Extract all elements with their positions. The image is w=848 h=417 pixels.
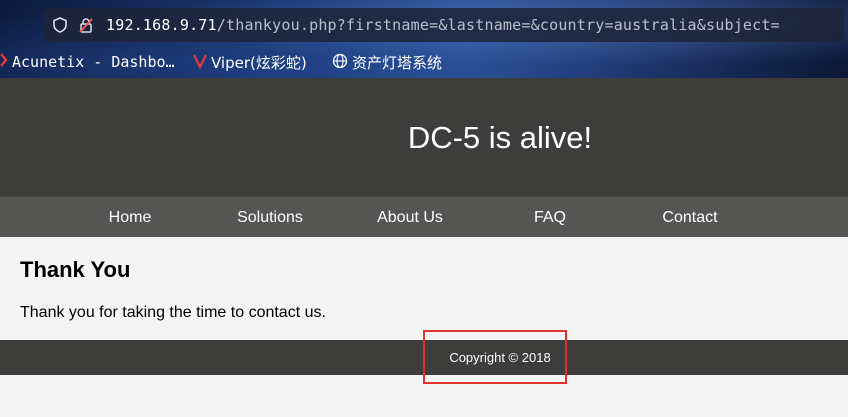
address-bar[interactable]: 192.168.9.71/thankyou.php?firstname=&las… bbox=[44, 8, 844, 42]
nav-item-faq[interactable]: FAQ bbox=[480, 209, 620, 227]
globe-icon bbox=[332, 53, 348, 73]
bookmarks-bar: Acunetix - Dashbo… Viper(炫彩蛇) 资产灯塔系统 bbox=[0, 50, 848, 74]
viper-icon bbox=[193, 53, 207, 73]
site-header: DC-5 is alive! bbox=[0, 78, 848, 196]
bookmark-label: Viper(炫彩蛇) bbox=[211, 54, 307, 72]
nav-item-solutions[interactable]: Solutions bbox=[200, 209, 340, 227]
bookmark-viper[interactable]: Viper(炫彩蛇) bbox=[193, 52, 307, 73]
site-title: DC-5 is alive! bbox=[407, 120, 593, 155]
url-text[interactable]: 192.168.9.71/thankyou.php?firstname=&las… bbox=[106, 16, 780, 34]
shield-icon[interactable] bbox=[52, 17, 68, 33]
url-host: 192.168.9.71 bbox=[106, 16, 217, 34]
bookmark-label: 资产灯塔系统 bbox=[352, 54, 443, 72]
bookmark-label: Acunetix - Dashbo… bbox=[12, 53, 175, 71]
page-heading: Thank You bbox=[20, 257, 131, 282]
highlight-annotation bbox=[423, 330, 567, 384]
main-content: Thank You Thank you for taking the time … bbox=[0, 237, 848, 340]
main-nav: Home Solutions About Us FAQ Contact bbox=[0, 196, 848, 238]
browser-chrome: 192.168.9.71/thankyou.php?firstname=&las… bbox=[0, 0, 848, 78]
url-path: /thankyou.php?firstname=&lastname=&count… bbox=[216, 16, 780, 34]
nav-item-about-us[interactable]: About Us bbox=[340, 209, 480, 227]
bookmark-acunetix[interactable]: Acunetix - Dashbo… bbox=[0, 52, 175, 72]
nav-item-home[interactable]: Home bbox=[60, 209, 200, 227]
lock-warning-icon[interactable] bbox=[78, 17, 94, 33]
nav-item-contact[interactable]: Contact bbox=[620, 209, 760, 227]
bookmark-asset-lighthouse[interactable]: 资产灯塔系统 bbox=[332, 52, 442, 73]
thank-you-message: Thank you for taking the time to contact… bbox=[20, 304, 326, 321]
acunetix-icon bbox=[0, 52, 8, 72]
